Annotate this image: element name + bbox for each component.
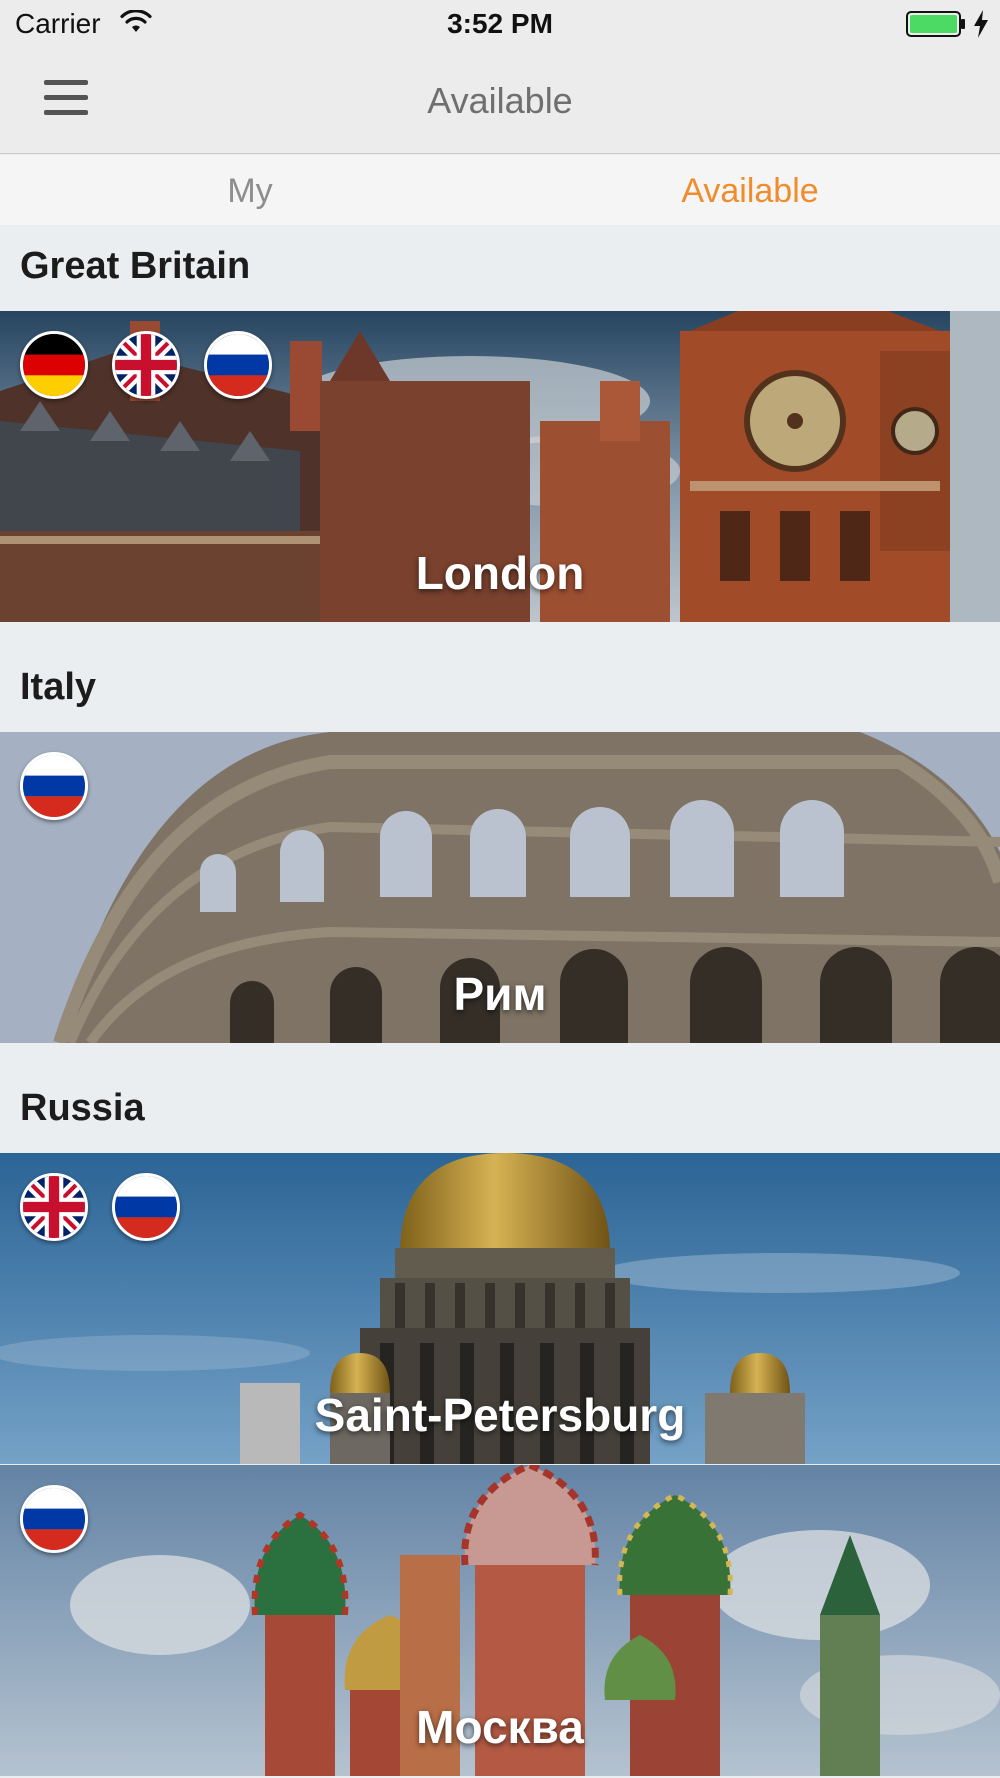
city-card-saint-petersburg[interactable]: Saint-Petersburg xyxy=(0,1153,1000,1464)
status-bar: Carrier 3:52 PM xyxy=(0,0,1000,50)
language-flags xyxy=(20,331,272,399)
status-time: 3:52 PM xyxy=(447,8,553,39)
russian-flag-icon[interactable] xyxy=(204,331,272,399)
language-flags xyxy=(20,1173,180,1241)
segmented-tabs: My Available xyxy=(0,155,1000,225)
russian-flag-icon[interactable] xyxy=(20,1485,88,1553)
city-card-moscow[interactable]: Москва xyxy=(0,1465,1000,1776)
page-title: Available xyxy=(427,80,573,121)
city-card-rome[interactable]: Рим xyxy=(0,732,1000,1043)
city-name: Москва xyxy=(416,1701,584,1753)
navigation-bar: Available xyxy=(0,50,1000,154)
section-header-great-britain: Great Britain xyxy=(0,225,1000,311)
battery-icon xyxy=(906,11,965,37)
german-flag-icon[interactable] xyxy=(20,331,88,399)
russian-flag-icon[interactable] xyxy=(112,1173,180,1241)
city-card-london[interactable]: London xyxy=(0,311,1000,622)
uk-flag-icon[interactable] xyxy=(20,1173,88,1241)
city-name: Рим xyxy=(453,968,547,1020)
country-title: Great Britain xyxy=(20,245,251,287)
language-flags xyxy=(20,752,88,820)
section-header-italy: Italy xyxy=(0,646,1000,732)
city-name: Saint-Petersburg xyxy=(314,1389,686,1441)
section-header-russia: Russia xyxy=(0,1067,1000,1153)
tab-available[interactable]: Available xyxy=(500,155,1000,225)
language-flags xyxy=(20,1485,88,1553)
tab-my[interactable]: My xyxy=(0,155,500,225)
country-title: Russia xyxy=(20,1087,145,1129)
city-name: London xyxy=(415,547,585,599)
country-title: Italy xyxy=(20,666,97,708)
uk-flag-icon[interactable] xyxy=(112,331,180,399)
russian-flag-icon[interactable] xyxy=(20,752,88,820)
charging-bolt-icon xyxy=(974,10,988,38)
